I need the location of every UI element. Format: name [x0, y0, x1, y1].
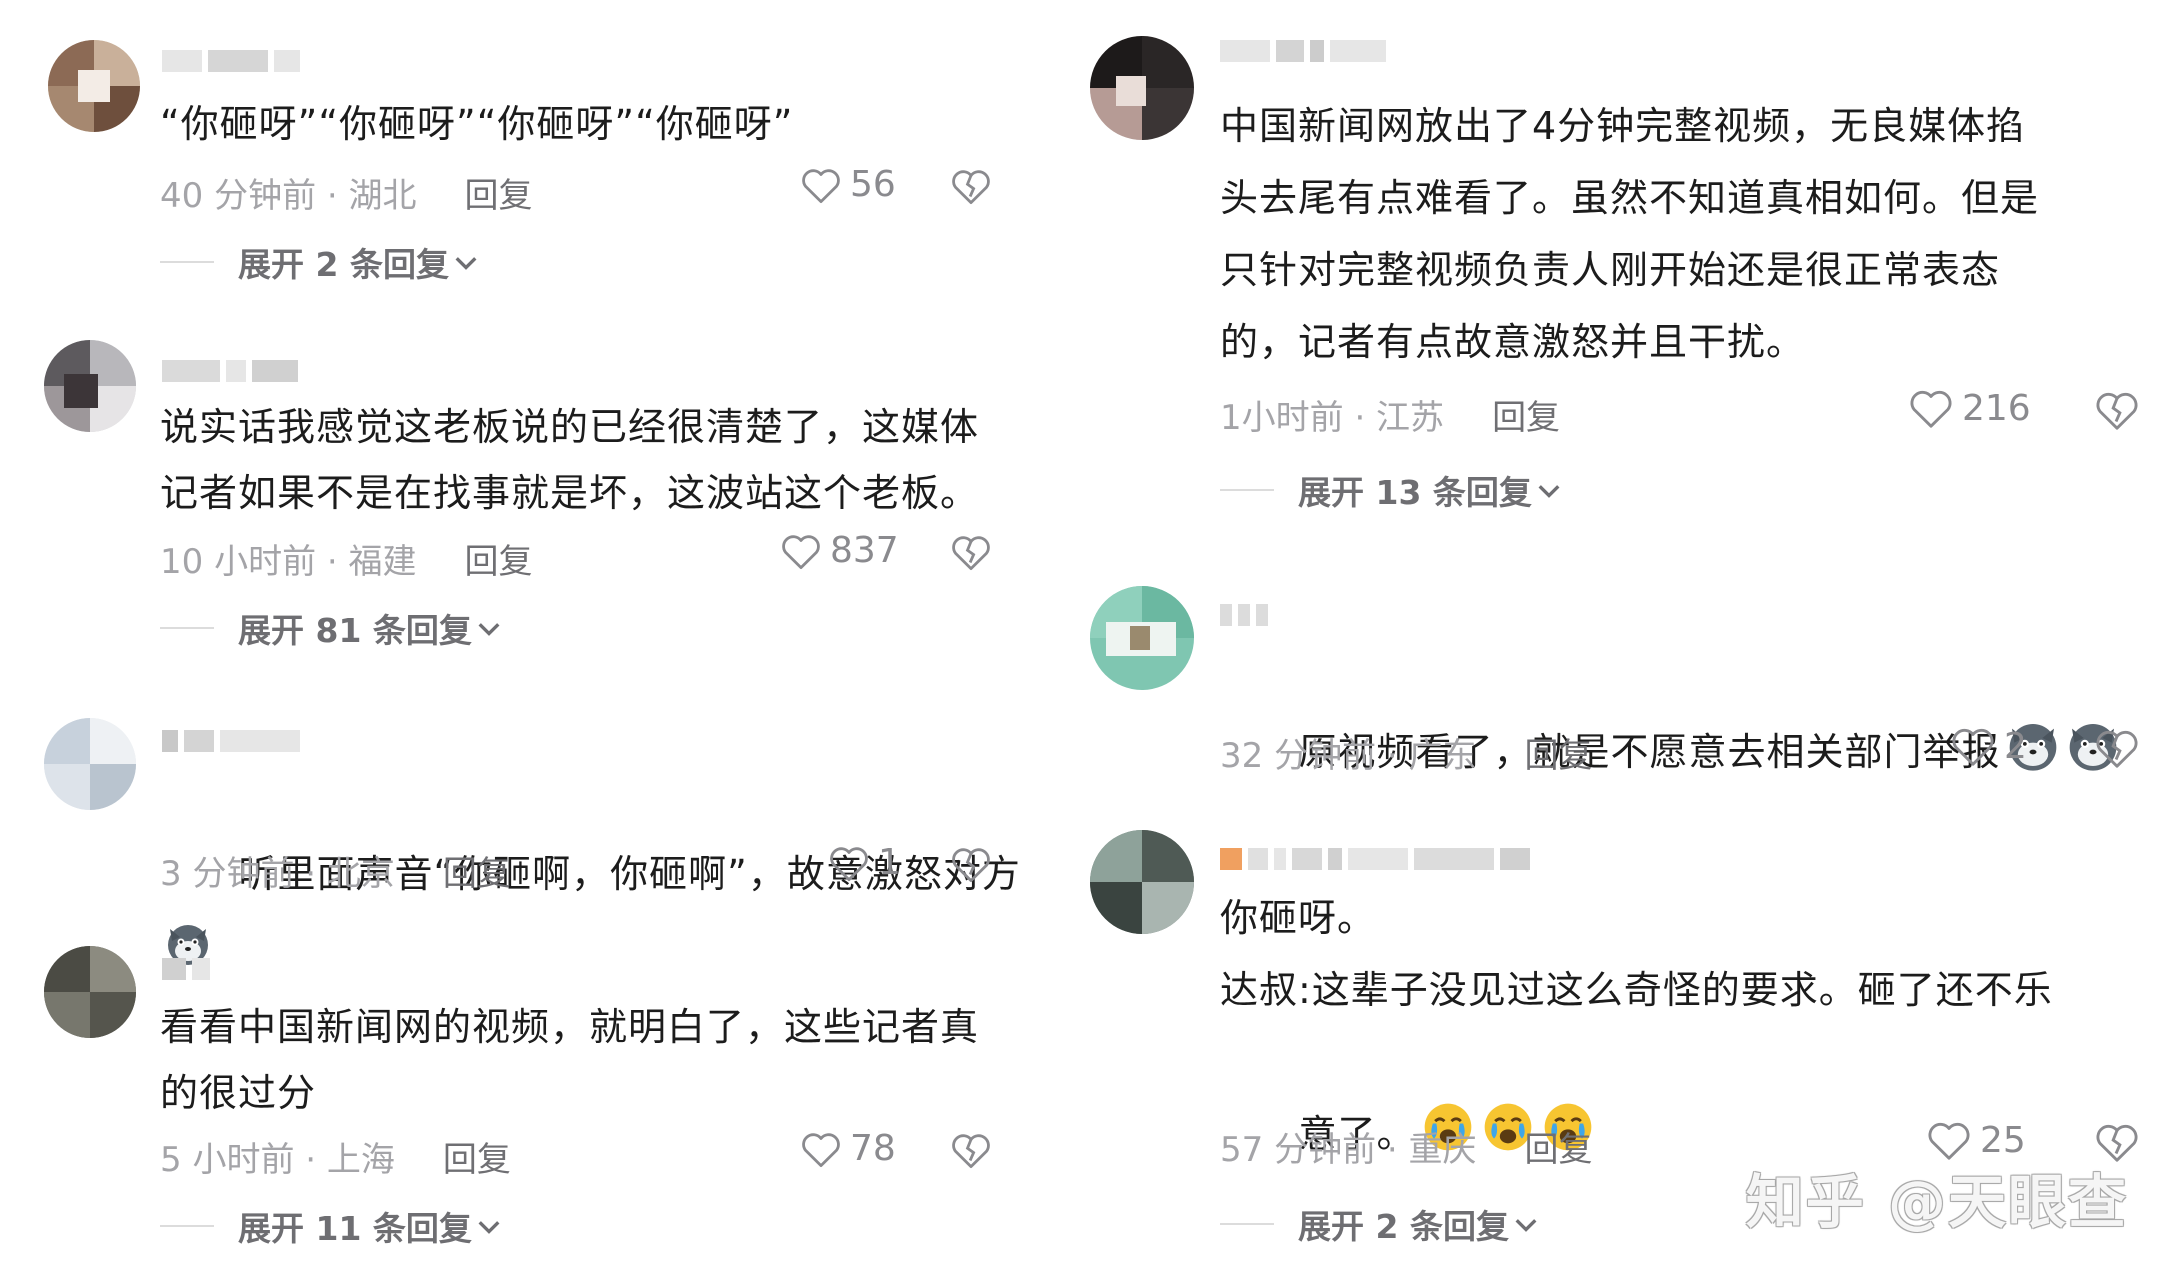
dislike-button[interactable] [2094, 388, 2140, 432]
avatar[interactable] [44, 718, 136, 810]
avatar[interactable] [1090, 586, 1194, 690]
avatar[interactable] [44, 340, 136, 432]
comment-text-line-2: 达叔:这辈子没见过这么奇怪的要求。砸了还不乐 [1220, 968, 2053, 1012]
comment-meta: 3 分钟前 · 北京 回复 [160, 846, 511, 895]
expand-replies-button[interactable]: 展开 81 条回复 [160, 604, 502, 652]
like-count: 1 [878, 842, 901, 883]
username-blurred[interactable] [1220, 600, 1268, 630]
expand-replies-label: 展开 81 条回复 [238, 611, 472, 650]
like-button[interactable]: 216 [1908, 386, 2031, 430]
divider-line [160, 627, 214, 629]
heart-outline-icon [802, 168, 840, 203]
comment-text: 中国新闻网放出了4分钟完整视频，无良媒体掐 头去尾有点难看了。虽然不知道真相如何… [1220, 104, 2040, 364]
avatar[interactable] [44, 946, 136, 1038]
like-count: 837 [830, 530, 899, 571]
comment-meta: 57 分钟前 · 重庆 回复 [1220, 1122, 1593, 1171]
broken-heart-icon [2096, 392, 2138, 430]
expand-replies-label: 展开 2 条回复 [1298, 1207, 1509, 1246]
heart-outline-icon [782, 534, 820, 569]
reply-button[interactable]: 回复 [465, 534, 533, 583]
broken-heart-icon [952, 536, 990, 571]
comment-time-location: 3 分钟前 · 北京 [160, 854, 395, 894]
comment-text: “你砸呀”“你砸呀”“你砸呀”“你砸呀” [160, 102, 794, 146]
chevron-down-icon [1538, 485, 1560, 498]
chevron-down-icon [478, 623, 500, 636]
comment-item: “你砸呀”“你砸呀”“你砸呀”“你砸呀” 40 分钟前 · 湖北 回复 56 展… [0, 0, 1040, 300]
expand-replies-button[interactable]: 展开 11 条回复 [160, 1202, 502, 1250]
like-button[interactable]: 2 [1950, 724, 2027, 768]
watermark: 知乎 @天眼查 [1745, 1168, 2128, 1236]
comment-meta: 1小时前 · 江苏 回复 [1220, 390, 1560, 439]
heart-outline-icon [830, 846, 868, 881]
comment-item: 听里面声音“你砸啊，你砸啊”，故意激怒对方 3 分钟前 · 北京 回复 1 [0, 700, 1040, 965]
reply-button[interactable]: 回复 [1492, 390, 1560, 439]
broken-heart-icon [952, 170, 990, 205]
expand-replies-button[interactable]: 展开 2 条回复 [1220, 1200, 1539, 1248]
reply-button[interactable]: 回复 [443, 1132, 511, 1181]
like-count: 56 [850, 164, 896, 205]
comment-item: 看看中国新闻网的视频，就明白了，这些记者真 的很过分 5 小时前 · 上海 回复… [0, 930, 1040, 1270]
chevron-down-icon [478, 1221, 500, 1234]
like-button[interactable]: 78 [800, 1128, 896, 1169]
avatar[interactable] [1090, 830, 1194, 934]
comment-text: 说实话我感觉这老板说的已经很清楚了，这媒体 记者如果不是在找事就是坏，这波站这个… [160, 405, 980, 515]
comment-meta: 10 小时前 · 福建 回复 [160, 534, 533, 583]
like-count: 2 [2004, 725, 2027, 767]
broken-heart-icon [952, 1134, 990, 1169]
comment-time-location: 40 分钟前 · 湖北 [160, 176, 417, 216]
like-button[interactable]: 1 [828, 842, 901, 883]
divider-line [1220, 489, 1274, 491]
reply-button[interactable]: 回复 [1525, 1122, 1593, 1171]
chevron-down-icon [455, 257, 477, 270]
comment-time-location: 10 小时前 · 福建 [160, 542, 417, 582]
dislike-button[interactable] [950, 844, 992, 884]
broken-heart-icon [2096, 730, 2138, 768]
comment-time-location: 57 分钟前 · 重庆 [1220, 1130, 1477, 1170]
comment-time-location: 5 小时前 · 上海 [160, 1140, 395, 1180]
comment-time-location: 32 分钟前 · 广东 [1220, 736, 1477, 776]
dislike-button[interactable] [950, 166, 992, 206]
comment-text: 看看中国新闻网的视频，就明白了，这些记者真 的很过分 [160, 1005, 980, 1115]
like-button[interactable]: 837 [780, 530, 899, 571]
expand-replies-label: 展开 2 条回复 [238, 245, 449, 284]
comment-meta: 32 分钟前 · 广东 回复 [1220, 728, 1593, 777]
expand-replies-button[interactable]: 展开 13 条回复 [1220, 466, 1562, 514]
heart-outline-icon [1952, 728, 1994, 766]
dislike-button[interactable] [2094, 726, 2140, 770]
broken-heart-icon [952, 848, 990, 883]
comment-item: 原视频看了，就是不愿意去相关部门举报 32 分钟前 · 广东 回复 2 [1080, 580, 2180, 810]
username-blurred[interactable] [162, 954, 210, 984]
reply-button[interactable]: 回复 [465, 168, 533, 217]
like-count: 78 [850, 1128, 896, 1169]
username-blurred[interactable] [1220, 844, 1530, 874]
dislike-button[interactable] [950, 1130, 992, 1170]
divider-line [1220, 1223, 1274, 1225]
comment-text-line-1: 你砸呀。 [1220, 896, 1377, 940]
username-blurred[interactable] [162, 356, 298, 386]
chevron-down-icon [1515, 1219, 1537, 1232]
like-count: 216 [1962, 387, 2031, 429]
username-blurred[interactable] [1220, 36, 1386, 66]
avatar[interactable] [48, 40, 140, 132]
divider-line [160, 1225, 214, 1227]
comment-meta: 40 分钟前 · 湖北 回复 [160, 168, 533, 217]
reply-button[interactable]: 回复 [1525, 728, 1593, 777]
heart-outline-icon [1910, 390, 1952, 428]
username-blurred[interactable] [162, 46, 300, 76]
expand-replies-button[interactable]: 展开 2 条回复 [160, 238, 479, 286]
like-button[interactable]: 56 [800, 164, 896, 205]
avatar[interactable] [1090, 36, 1194, 140]
heart-outline-icon [802, 1132, 840, 1167]
expand-replies-label: 展开 13 条回复 [1298, 473, 1532, 512]
divider-line [160, 261, 214, 263]
comment-item: 说实话我感觉这老板说的已经很清楚了，这媒体 记者如果不是在找事就是坏，这波站这个… [0, 330, 1040, 660]
reply-button[interactable]: 回复 [443, 846, 511, 895]
expand-replies-label: 展开 11 条回复 [238, 1209, 472, 1248]
dislike-button[interactable] [950, 532, 992, 572]
comment-time-location: 1小时前 · 江苏 [1220, 398, 1445, 438]
username-blurred[interactable] [162, 726, 300, 756]
comment-item: 中国新闻网放出了4分钟完整视频，无良媒体掐 头去尾有点难看了。虽然不知道真相如何… [1080, 0, 2180, 540]
comment-meta: 5 小时前 · 上海 回复 [160, 1132, 511, 1181]
